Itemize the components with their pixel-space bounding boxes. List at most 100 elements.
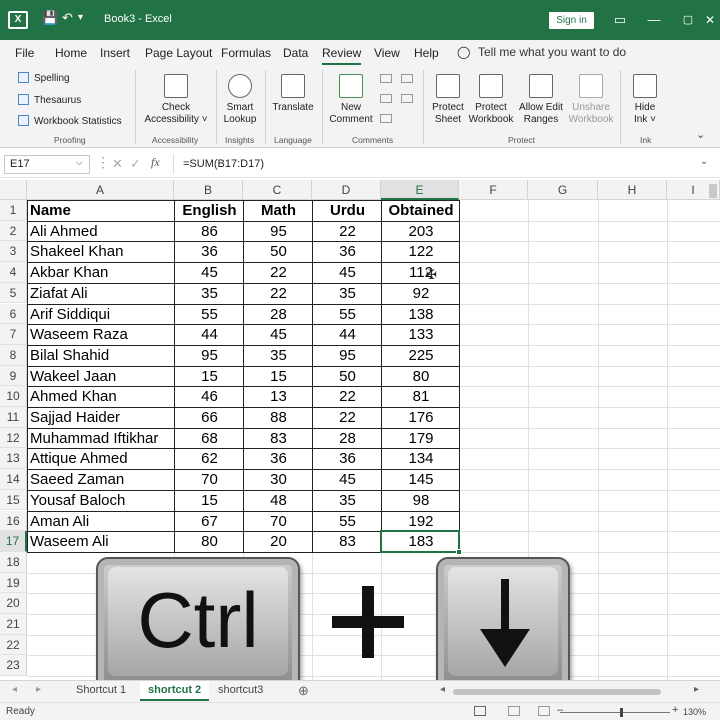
row-header-16[interactable]: 16 — [0, 510, 27, 532]
data-cell[interactable]: 55 — [315, 511, 380, 532]
column-header-e[interactable]: E — [381, 180, 459, 200]
data-cell[interactable]: 67 — [177, 511, 242, 532]
data-cell[interactable]: Ali Ahmed — [30, 221, 173, 242]
data-cell[interactable]: 45 — [315, 262, 380, 283]
row-header-21[interactable]: 21 — [0, 614, 27, 635]
translate-button[interactable]: Translate — [270, 74, 316, 114]
row-header-3[interactable]: 3 — [0, 241, 27, 263]
collapse-ribbon-icon[interactable]: ⌄ — [696, 128, 705, 141]
data-cell[interactable]: 36 — [315, 448, 380, 469]
allow-edit-ranges-button[interactable]: Allow Edit Ranges — [515, 74, 567, 126]
row-header-2[interactable]: 2 — [0, 220, 27, 242]
insert-function-icon[interactable]: fx — [151, 155, 160, 170]
data-cell[interactable]: 112 — [384, 262, 458, 283]
header-cell[interactable]: English — [177, 200, 242, 221]
data-cell[interactable]: 145 — [384, 469, 458, 490]
page-layout-view-icon[interactable] — [508, 706, 520, 716]
row-header-20[interactable]: 20 — [0, 593, 27, 614]
column-header-a[interactable]: A — [27, 180, 174, 200]
unshare-workbook-button[interactable]: Unshare Workbook — [566, 74, 616, 126]
data-cell[interactable]: 81 — [384, 386, 458, 407]
column-header-c[interactable]: C — [243, 180, 312, 200]
data-cell[interactable]: 176 — [384, 407, 458, 428]
show-all-comments-icon[interactable] — [401, 94, 413, 103]
hscroll-left-icon[interactable]: ◂ — [440, 684, 445, 695]
data-cell[interactable]: 44 — [177, 324, 242, 345]
data-cell[interactable]: 95 — [177, 345, 242, 366]
customize-quick-access-icon[interactable]: ▾ — [78, 12, 83, 23]
data-cell[interactable]: 35 — [246, 345, 311, 366]
data-cell[interactable]: 55 — [177, 304, 242, 325]
data-cell[interactable]: Ziafat Ali — [30, 283, 173, 304]
row-header-15[interactable]: 15 — [0, 489, 27, 511]
header-cell[interactable]: Obtained — [384, 200, 458, 221]
zoom-out-icon[interactable]: – — [557, 704, 563, 716]
row-header-19[interactable]: 19 — [0, 572, 27, 594]
data-cell[interactable]: Waseem Ali — [30, 531, 173, 552]
workbook-statistics-button[interactable]: Workbook Statistics — [18, 115, 122, 127]
data-cell[interactable]: Bilal Shahid — [30, 345, 173, 366]
tab-file[interactable]: File — [15, 46, 34, 60]
sign-in-button[interactable]: Sign in — [549, 12, 594, 29]
tell-me-search[interactable]: Tell me what you want to do — [478, 45, 626, 59]
undo-icon[interactable]: ↶ — [62, 10, 73, 26]
row-header-14[interactable]: 14 — [0, 469, 27, 490]
select-all-corner[interactable] — [0, 180, 27, 200]
horizontal-scrollbar[interactable] — [453, 689, 661, 695]
data-cell[interactable]: 15 — [177, 490, 242, 511]
zoom-slider[interactable] — [560, 712, 670, 713]
data-cell[interactable]: 62 — [177, 448, 242, 469]
data-cell[interactable]: 22 — [315, 407, 380, 428]
name-box-dropdown-icon[interactable]: ⌵ — [76, 157, 83, 168]
data-cell[interactable]: Saeed Zaman — [30, 469, 173, 490]
tab-help[interactable]: Help — [414, 46, 439, 60]
data-cell[interactable]: 68 — [177, 428, 242, 449]
data-cell[interactable]: 22 — [246, 283, 311, 304]
previous-comment-icon[interactable] — [380, 94, 392, 103]
row-header-13[interactable]: 13 — [0, 448, 27, 470]
data-cell[interactable]: 122 — [384, 241, 458, 262]
column-header-b[interactable]: B — [174, 180, 243, 200]
tab-data[interactable]: Data — [283, 46, 308, 60]
row-header-1[interactable]: 1 — [0, 200, 27, 221]
column-header-g[interactable]: G — [528, 180, 598, 200]
tab-insert[interactable]: Insert — [100, 46, 130, 60]
zoom-level[interactable]: 130% — [683, 707, 706, 717]
protect-workbook-button[interactable]: Protect Workbook — [467, 74, 515, 126]
data-cell[interactable]: 35 — [177, 283, 242, 304]
header-cell[interactable]: Math — [246, 200, 311, 221]
data-cell[interactable]: 70 — [246, 511, 311, 532]
normal-view-icon[interactable] — [474, 706, 486, 716]
data-cell[interactable]: 192 — [384, 511, 458, 532]
data-cell[interactable]: Sajjad Haider — [30, 407, 173, 428]
close-icon[interactable]: ✕ — [702, 12, 718, 28]
data-cell[interactable]: 98 — [384, 490, 458, 511]
data-cell[interactable]: 83 — [246, 428, 311, 449]
spelling-button[interactable]: Spelling — [18, 72, 70, 84]
data-cell[interactable]: Akbar Khan — [30, 262, 173, 283]
tab-page-layout[interactable]: Page Layout — [145, 46, 212, 60]
row-header-18[interactable]: 18 — [0, 551, 27, 573]
data-cell[interactable]: 55 — [315, 304, 380, 325]
delete-comment-icon[interactable] — [380, 74, 392, 83]
thesaurus-button[interactable]: Thesaurus — [18, 94, 81, 106]
row-header-17[interactable]: 17 — [0, 531, 27, 552]
data-cell[interactable]: 203 — [384, 221, 458, 242]
zoom-slider-thumb[interactable] — [620, 708, 623, 717]
data-cell[interactable]: 138 — [384, 304, 458, 325]
sheet-tab-shortcut-1[interactable]: Shortcut 1 — [68, 681, 134, 701]
data-cell[interactable]: 133 — [384, 324, 458, 345]
column-header-f[interactable]: F — [459, 180, 528, 200]
smart-lookup-button[interactable]: Smart Lookup — [220, 74, 260, 126]
data-cell[interactable]: 50 — [246, 241, 311, 262]
data-cell[interactable]: 22 — [315, 221, 380, 242]
data-cell[interactable]: 95 — [246, 221, 311, 242]
data-cell[interactable]: 70 — [177, 469, 242, 490]
row-header-6[interactable]: 6 — [0, 303, 27, 325]
next-comment-icon[interactable] — [380, 114, 392, 123]
data-cell[interactable]: Wakeel Jaan — [30, 366, 173, 387]
cancel-icon[interactable]: ✕ — [112, 156, 123, 172]
data-cell[interactable]: 225 — [384, 345, 458, 366]
data-cell[interactable]: Arif Siddiqui — [30, 304, 173, 325]
data-cell[interactable]: 36 — [315, 241, 380, 262]
